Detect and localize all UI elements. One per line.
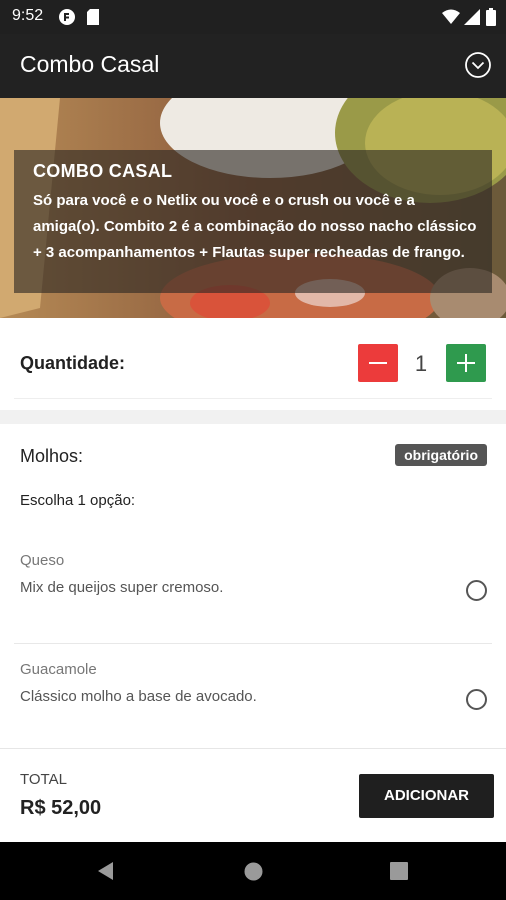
- choose-instruction: Escolha 1 opção:: [20, 492, 136, 509]
- status-bar: 9:52: [0, 0, 506, 34]
- battery-icon: [486, 8, 496, 31]
- radio-button[interactable]: [466, 689, 487, 710]
- product-info-overlay: COMBO CASAL Só para você e o Netlix ou v…: [14, 150, 492, 293]
- product-description: Só para você e o Netlix ou você e o crus…: [33, 192, 477, 261]
- sauces-section: Molhos: obrigatório Escolha 1 opção: Que…: [0, 424, 506, 748]
- recents-icon[interactable]: [390, 862, 408, 885]
- minus-icon: [369, 362, 387, 364]
- required-badge: obrigatório: [395, 444, 487, 466]
- order-footer: TOTAL R$ 52,00 ADICIONAR: [0, 748, 506, 843]
- quantity-section: Quantidade: 1: [0, 318, 506, 410]
- quantity-label: Quantidade:: [20, 353, 126, 373]
- product-title: COMBO CASAL: [33, 161, 173, 181]
- wifi-icon: [442, 9, 460, 30]
- section-gap: [0, 410, 506, 424]
- sd-card-icon: [86, 8, 100, 31]
- total-label: TOTAL: [20, 771, 67, 788]
- option-name: Queso: [20, 552, 65, 569]
- sauces-title: Molhos:: [20, 446, 84, 466]
- option-guacamole[interactable]: Guacamole Clássico molho a base de avoca…: [0, 643, 506, 757]
- signal-icon: [464, 9, 480, 30]
- home-icon[interactable]: [244, 862, 263, 886]
- collapse-chevron-icon[interactable]: [464, 51, 492, 79]
- divider: [14, 398, 492, 399]
- add-to-cart-button[interactable]: ADICIONAR: [359, 774, 494, 818]
- total-value: R$ 52,00: [20, 797, 102, 819]
- app-bar: Combo Casal: [0, 34, 506, 98]
- increase-quantity-button[interactable]: [446, 344, 486, 382]
- quantity-value: 1: [414, 351, 428, 376]
- option-description: Mix de queijos super cremoso.: [20, 579, 224, 596]
- option-description: Clássico molho a base de avocado.: [20, 688, 257, 705]
- divider: [14, 643, 492, 644]
- back-icon[interactable]: [96, 861, 116, 886]
- option-name: Guacamole: [20, 661, 97, 678]
- radio-button[interactable]: [466, 580, 487, 601]
- decrease-quantity-button[interactable]: [358, 344, 398, 382]
- option-queso[interactable]: Queso Mix de queijos super cremoso.: [0, 544, 506, 658]
- app-notification-icon: [58, 8, 76, 31]
- page-title: Combo Casal: [20, 51, 160, 77]
- product-hero: COMBO CASAL Só para você e o Netlix ou v…: [0, 98, 506, 318]
- plus-icon: [457, 354, 475, 372]
- system-navigation-bar: [0, 842, 506, 900]
- status-time: 9:52: [12, 7, 44, 24]
